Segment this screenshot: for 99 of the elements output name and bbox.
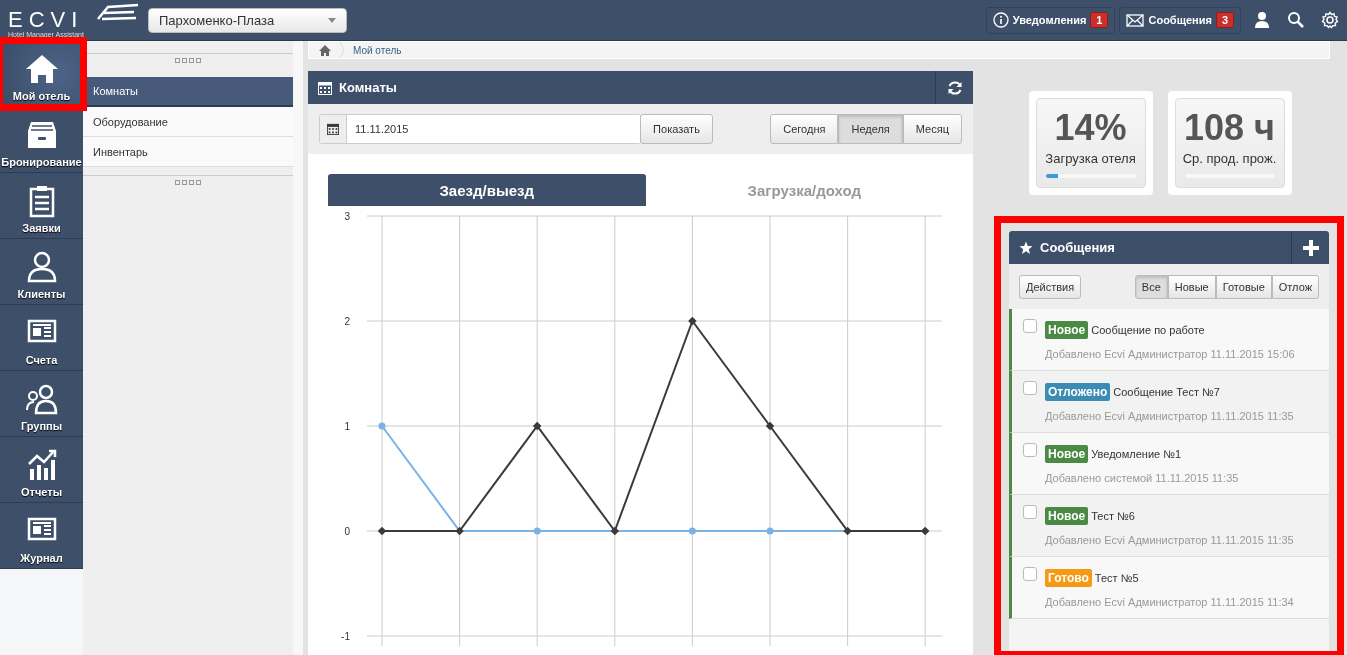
data-point bbox=[766, 527, 774, 535]
nav-item[interactable]: Журнал bbox=[0, 503, 83, 569]
envelope-icon bbox=[1126, 13, 1145, 27]
data-point bbox=[532, 421, 542, 431]
data-point bbox=[610, 526, 620, 536]
stat-label: Загрузка отеля bbox=[1045, 151, 1136, 166]
nav-label: Клиенты bbox=[17, 288, 66, 300]
message-title: Сообщение Тест №7 bbox=[1113, 386, 1220, 398]
y-tick-label: 3 bbox=[344, 211, 350, 222]
message-meta: Добавлено Ecvi Администратор 11.11.2015 15:06 bbox=[1045, 348, 1295, 360]
nav-label: Бронирование bbox=[1, 156, 82, 168]
filter-button[interactable]: Отлож bbox=[1271, 274, 1319, 299]
filter-button[interactable]: Все bbox=[1134, 274, 1168, 299]
message-meta: Добавлено Ecvi Администратор 11.11.2015 11:35 bbox=[1045, 534, 1294, 546]
panel-title: Комнаты bbox=[339, 80, 397, 95]
message-item[interactable]: Новое Сообщение по работе Добавлено Ecvi Администратор 11.11.2015 15:06 bbox=[1009, 309, 1329, 371]
date-field[interactable]: 11.11.2015 bbox=[319, 114, 641, 144]
nav-label: Группы bbox=[20, 420, 63, 432]
nav-item[interactable]: Группы bbox=[0, 371, 83, 437]
plus-icon bbox=[1302, 239, 1319, 256]
count-badge: 1 bbox=[1090, 12, 1109, 28]
data-point bbox=[455, 526, 464, 536]
period-button[interactable]: Месяц bbox=[902, 114, 962, 144]
messages-button[interactable]: Сообщения 3 bbox=[1119, 6, 1241, 34]
nav-item[interactable]: Заявки bbox=[0, 173, 83, 239]
swoosh-icon bbox=[94, 3, 140, 21]
calendar-icon bbox=[327, 123, 339, 135]
checkbox[interactable] bbox=[1023, 381, 1037, 395]
panel-title: Сообщения bbox=[1040, 240, 1115, 255]
nav-label: Журнал bbox=[20, 552, 63, 564]
data-point bbox=[765, 421, 775, 431]
data-point bbox=[377, 526, 387, 536]
message-meta: Добавлено системой 11.11.2015 11:35 bbox=[1045, 472, 1239, 484]
checkbox[interactable] bbox=[1023, 505, 1037, 519]
chart-tab[interactable]: Заезд/выезд bbox=[328, 174, 646, 206]
filter-button[interactable]: Новые bbox=[1167, 274, 1216, 299]
actions-button[interactable]: Действия bbox=[1019, 274, 1082, 299]
data-point bbox=[378, 422, 386, 430]
drag-handle-icon bbox=[175, 180, 201, 185]
checkbox[interactable] bbox=[1023, 567, 1037, 581]
logo-text: ECVI bbox=[8, 9, 84, 31]
data-point bbox=[843, 526, 852, 536]
count-badge: 3 bbox=[1215, 12, 1234, 28]
settings-icon[interactable] bbox=[1321, 11, 1339, 29]
search-icon[interactable] bbox=[1287, 11, 1305, 29]
status-badge: Новое bbox=[1045, 445, 1089, 463]
message-item[interactable]: Новое Уведомление №1 Добавлено системой 11.11.2015 11:35 bbox=[1009, 433, 1329, 495]
y-tick-label: -1 bbox=[341, 631, 350, 642]
y-tick-label: 1 bbox=[344, 421, 350, 432]
nav-label: Отчеты bbox=[20, 486, 63, 498]
message-item[interactable]: Готово Тест №5 Добавлено Ecvi Администратор 11.11.2015 11:34 bbox=[1009, 557, 1329, 619]
nav-label: Заявки bbox=[22, 222, 61, 234]
calendar-icon bbox=[318, 80, 332, 95]
filter-button[interactable]: Готовые bbox=[1215, 274, 1272, 299]
data-point bbox=[688, 527, 696, 535]
hotel-select[interactable]: Пархоменко-Плаза bbox=[148, 7, 347, 33]
status-badge: Отложено bbox=[1045, 383, 1111, 401]
show-button[interactable]: Показать bbox=[640, 114, 713, 144]
status-badge: Новое bbox=[1045, 321, 1089, 339]
y-tick-label: 2 bbox=[344, 316, 350, 327]
message-meta: Добавлено Ecvi Администратор 11.11.2015 11:34 bbox=[1045, 596, 1294, 608]
message-title: Сообщение по работе bbox=[1091, 324, 1205, 336]
data-point bbox=[920, 526, 930, 536]
submenu-item[interactable]: Инвентарь bbox=[83, 137, 293, 167]
message-title: Уведомление №1 bbox=[1091, 448, 1182, 460]
data-point bbox=[533, 527, 541, 535]
nav-item[interactable]: Клиенты bbox=[0, 239, 83, 305]
message-item[interactable]: Отложено Сообщение Тест №7 Добавлено Ecvi Администратор 11.11.2015 11:35 bbox=[1009, 371, 1329, 433]
status-badge: Новое bbox=[1045, 507, 1089, 525]
status-badge: Готово bbox=[1045, 569, 1092, 587]
submenu-item[interactable]: Оборудование bbox=[83, 107, 293, 137]
period-button[interactable]: Неделя bbox=[838, 114, 903, 144]
user-icon[interactable] bbox=[1253, 11, 1271, 29]
notifications-button[interactable]: Уведомления 1 bbox=[985, 6, 1116, 34]
nav-label: Мой отель bbox=[12, 90, 71, 102]
nav-item[interactable]: Счета bbox=[0, 305, 83, 371]
checkbox[interactable] bbox=[1023, 319, 1037, 333]
house-icon bbox=[24, 52, 59, 86]
data-point bbox=[688, 316, 697, 326]
period-button[interactable]: Сегодня bbox=[770, 114, 839, 144]
drag-handle-icon bbox=[175, 58, 201, 63]
people-icon bbox=[24, 382, 59, 416]
nav-item[interactable]: Отчеты bbox=[0, 437, 83, 503]
info-icon bbox=[992, 12, 1009, 28]
breadcrumb-link[interactable]: Мой отель bbox=[353, 44, 402, 56]
nav-label: Счета bbox=[25, 354, 58, 366]
message-title: Тест №5 bbox=[1094, 572, 1139, 584]
message-item[interactable]: Новое Тест №6 Добавлено Ecvi Администратор 11.11.2015 11:35 bbox=[1009, 495, 1329, 557]
message-title: Тест №6 bbox=[1091, 510, 1135, 522]
stat-value: 108 ч bbox=[1184, 109, 1275, 147]
checkbox[interactable] bbox=[1023, 443, 1037, 457]
message-meta: Добавлено Ecvi Администратор 11.11.2015 11:35 bbox=[1045, 410, 1294, 422]
stat-label: Ср. прод. прож. bbox=[1182, 151, 1277, 166]
stat-value: 14% bbox=[1054, 109, 1127, 147]
caret-icon bbox=[328, 17, 336, 23]
home-icon[interactable] bbox=[319, 44, 331, 56]
y-tick-label: 0 bbox=[344, 526, 350, 537]
star-icon bbox=[1019, 240, 1033, 255]
refresh-icon bbox=[946, 79, 963, 96]
